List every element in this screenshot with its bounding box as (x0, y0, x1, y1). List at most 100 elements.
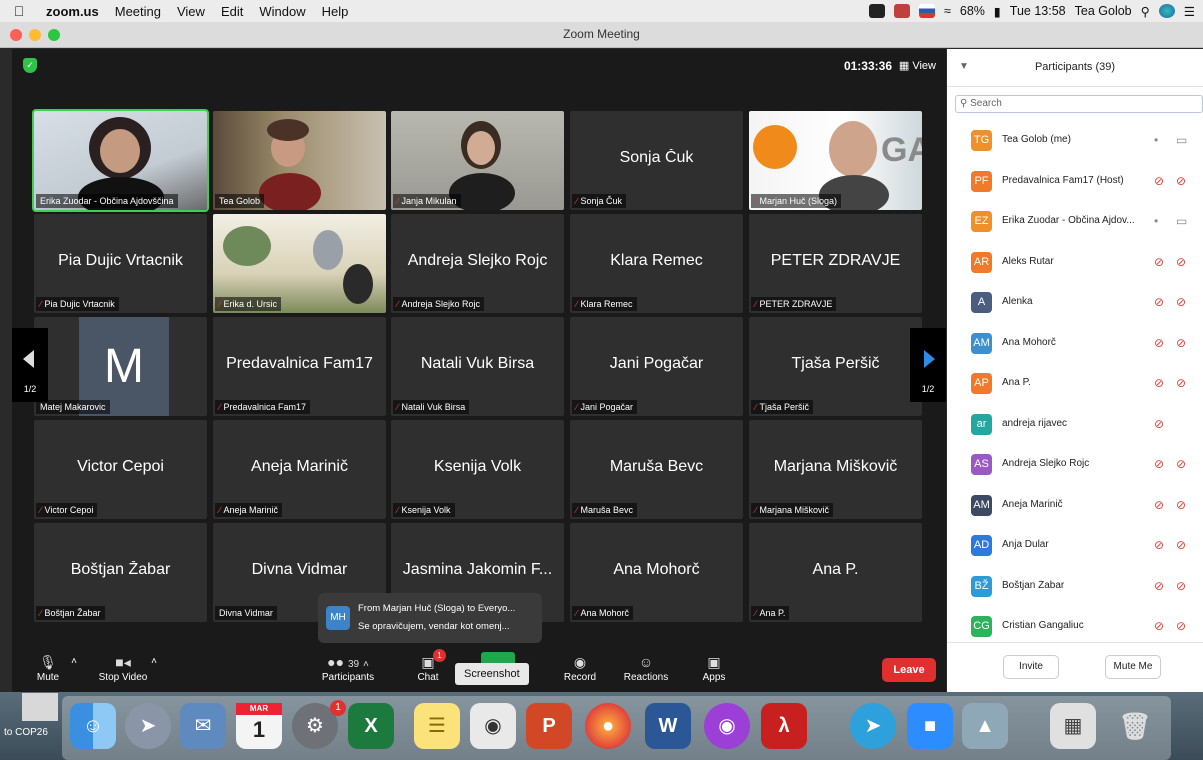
menu-window[interactable]: Window (251, 4, 313, 19)
video-tile[interactable]: Ksenija Volk ∕ Ksenija Volk (391, 420, 564, 519)
muted-mic-icon[interactable]: ⊘ (1154, 619, 1164, 633)
audio-options-chevron-icon[interactable]: ˄ (64, 656, 84, 667)
notes-icon[interactable]: ☰ (414, 703, 460, 749)
participant-row[interactable]: AM Aneja Marinič ⊘ ⊘ (947, 486, 1203, 527)
menu-help[interactable]: Help (314, 4, 357, 19)
word-icon[interactable]: W (645, 703, 691, 749)
video-camera-icon[interactable]: ▭ (1176, 133, 1187, 147)
powerpoint-icon[interactable]: P (526, 703, 572, 749)
video-off-icon[interactable]: ⊘ (1176, 376, 1186, 390)
acrobat-icon[interactable]: λ (761, 703, 807, 749)
video-camera-icon[interactable]: ▭ (1176, 214, 1187, 228)
desktop-file-thumbnail[interactable] (22, 693, 58, 721)
video-tile[interactable]: Klara Remec ∕ Klara Remec (570, 214, 743, 313)
video-tile[interactable]: ∕ Janja Mikulan (391, 111, 564, 210)
video-tile[interactable]: Marjana Miškovič ∕ Marjana Miškovič (749, 420, 922, 519)
video-tile[interactable]: Tjaša Peršič ∕ Tjaša Peršič (749, 317, 922, 416)
participant-row[interactable]: PF Predavalnica Fam17 (Host) ⊘ ⊘ (947, 162, 1203, 203)
video-tile[interactable]: ∕ Erika d. Ursic (213, 214, 386, 313)
video-off-icon[interactable]: ⊘ (1176, 579, 1186, 593)
muted-mic-icon[interactable]: ⊘ (1154, 417, 1164, 431)
muted-mic-icon[interactable]: ⊘ (1154, 295, 1164, 309)
menu-meeting[interactable]: Meeting (107, 4, 169, 19)
participant-row[interactable]: AD Anja Dular ⊘ ⊘ (947, 526, 1203, 567)
video-tile[interactable]: Boštjan Žabar ∕ Boštjan Žabar (34, 523, 207, 622)
muted-mic-icon[interactable]: ⊘ (1154, 336, 1164, 350)
muted-mic-icon[interactable]: ⊘ (1154, 579, 1164, 593)
video-tile[interactable]: Sonja Čuk ∕ Sonja Čuk (570, 111, 743, 210)
video-tile[interactable]: Erika Zuodar - Občina Ajdovščina (32, 109, 209, 212)
participant-row[interactable]: ar andreja rijavec ⊘ (947, 405, 1203, 446)
video-off-icon[interactable]: ⊘ (1176, 255, 1186, 269)
apps-button[interactable]: ▣ Apps (696, 652, 732, 683)
participant-search-input[interactable]: ⚲ Search (955, 95, 1203, 113)
video-tile[interactable]: Andreja Slejko Rojc ∕ Andreja Slejko Rojc (391, 214, 564, 313)
menu-view[interactable]: View (169, 4, 213, 19)
record-button[interactable]: ◉ Record (560, 652, 600, 683)
muted-mic-icon[interactable]: ⊘ (1154, 376, 1164, 390)
video-tile[interactable]: PETER ZDRAVJE ∕ PETER ZDRAVJE (749, 214, 922, 313)
participants-button[interactable]: ●● 39 ˄ Participants (312, 652, 384, 683)
reactions-button[interactable]: ☺ Reactions (618, 652, 674, 683)
video-tile[interactable]: Aneja Marinič ∕ Aneja Marinič (213, 420, 386, 519)
prev-page-button[interactable]: 1/2 (12, 328, 48, 402)
video-tile[interactable]: Ana Mohorč ∕ Ana Mohorč (570, 523, 743, 622)
menubar-user[interactable]: Tea Golob (1075, 4, 1132, 18)
participant-row[interactable]: AS Andreja Slejko Rojc ⊘ ⊘ (947, 445, 1203, 486)
video-tile[interactable]: Victor Cepoi ∕ Victor Cepoi (34, 420, 207, 519)
battery-icon[interactable]: ▮ (994, 4, 1001, 19)
control-center-icon[interactable]: ☰ (1184, 4, 1195, 19)
participant-row[interactable]: A Alenka ⊘ ⊘ (947, 283, 1203, 324)
leave-button[interactable]: Leave (882, 658, 936, 682)
video-off-icon[interactable]: ⊘ (1176, 538, 1186, 552)
excel-icon[interactable]: X (348, 703, 394, 749)
screenshot-app-icon[interactable]: ◉ (470, 703, 516, 749)
security-shield-icon[interactable]: ✓ (23, 58, 37, 73)
podcasts-icon[interactable]: ◉ (704, 703, 750, 749)
menu-app-name[interactable]: zoom.us (38, 4, 107, 19)
muted-mic-icon[interactable]: ⊘ (1154, 498, 1164, 512)
video-tile[interactable]: Jani Pogačar ∕ Jani Pogačar (570, 317, 743, 416)
video-tile[interactable]: Pia Dujic Vrtacnik ∕ Pia Dujic Vrtacnik (34, 214, 207, 313)
muted-mic-icon[interactable]: ⊘ (1154, 174, 1164, 188)
telegram-icon[interactable]: ➤ (850, 703, 896, 749)
video-off-icon[interactable]: ⊘ (1176, 336, 1186, 350)
firefox-icon[interactable]: ● (585, 703, 631, 749)
participant-row[interactable]: AM Ana Mohorč ⊘ ⊘ (947, 324, 1203, 365)
mute-me-button[interactable]: Mute Me (1105, 655, 1161, 679)
participant-row[interactable]: EZ Erika Zuodar - Občina Ajdov... • ▭ (947, 202, 1203, 243)
participant-row[interactable]: BŽ Boštjan Žabar ⊘ ⊘ (947, 567, 1203, 608)
trash-icon[interactable]: 🗑 (1112, 703, 1158, 749)
siri-icon[interactable] (1158, 4, 1175, 18)
video-tile[interactable]: M Matej Makarovic (34, 317, 207, 416)
chat-notification[interactable]: MH From Marjan Huč (Sloga) to Everyo... … (318, 593, 542, 643)
video-off-icon[interactable]: ⊘ (1176, 619, 1186, 633)
calendar-icon[interactable]: MAR 1 (236, 703, 282, 749)
menu-edit[interactable]: Edit (213, 4, 251, 19)
microphone-icon[interactable]: • (1154, 133, 1158, 147)
video-tile[interactable]: Maruša Bevc ∕ Maruša Bevc (570, 420, 743, 519)
app-status-icon[interactable] (894, 4, 910, 18)
invite-button[interactable]: Invite (1003, 655, 1059, 679)
participant-row[interactable]: TG Tea Golob (me) • ▭ (947, 121, 1203, 162)
microphone-icon[interactable]: • (1154, 214, 1158, 228)
muted-mic-icon[interactable]: ⊘ (1154, 255, 1164, 269)
video-tile[interactable]: Ana P. ∕ Ana P. (749, 523, 922, 622)
image-viewer-icon[interactable]: ▲ (962, 703, 1008, 749)
video-tile[interactable]: Predavalnica Fam17 ∕ Predavalnica Fam17 (213, 317, 386, 416)
video-tile[interactable]: Natali Vuk Birsa ∕ Natali Vuk Birsa (391, 317, 564, 416)
video-tile[interactable]: GA ∕ Marjan Huč (Sloga) (749, 111, 922, 210)
view-button[interactable]: ▦ View (899, 59, 936, 72)
desktop-file-label[interactable]: to COP26 (4, 727, 48, 738)
finder-icon[interactable]: ☺ (70, 703, 116, 749)
muted-mic-icon[interactable]: ⊘ (1154, 457, 1164, 471)
participant-row[interactable]: AR Aleks Rutar ⊘ ⊘ (947, 243, 1203, 284)
zoom-status-icon[interactable] (869, 4, 885, 18)
video-off-icon[interactable]: ⊘ (1176, 457, 1186, 471)
apple-menu-icon[interactable]:  (0, 3, 38, 19)
wifi-icon[interactable]: ≈ (944, 4, 951, 18)
preview-icon[interactable]: ✉ (180, 703, 226, 749)
spotlight-icon[interactable]: ⚲ (1141, 4, 1150, 19)
launchpad-rocket-icon[interactable]: ➤ (125, 703, 171, 749)
spreadsheet-thumbnail-icon[interactable]: ▦ (1050, 703, 1096, 749)
